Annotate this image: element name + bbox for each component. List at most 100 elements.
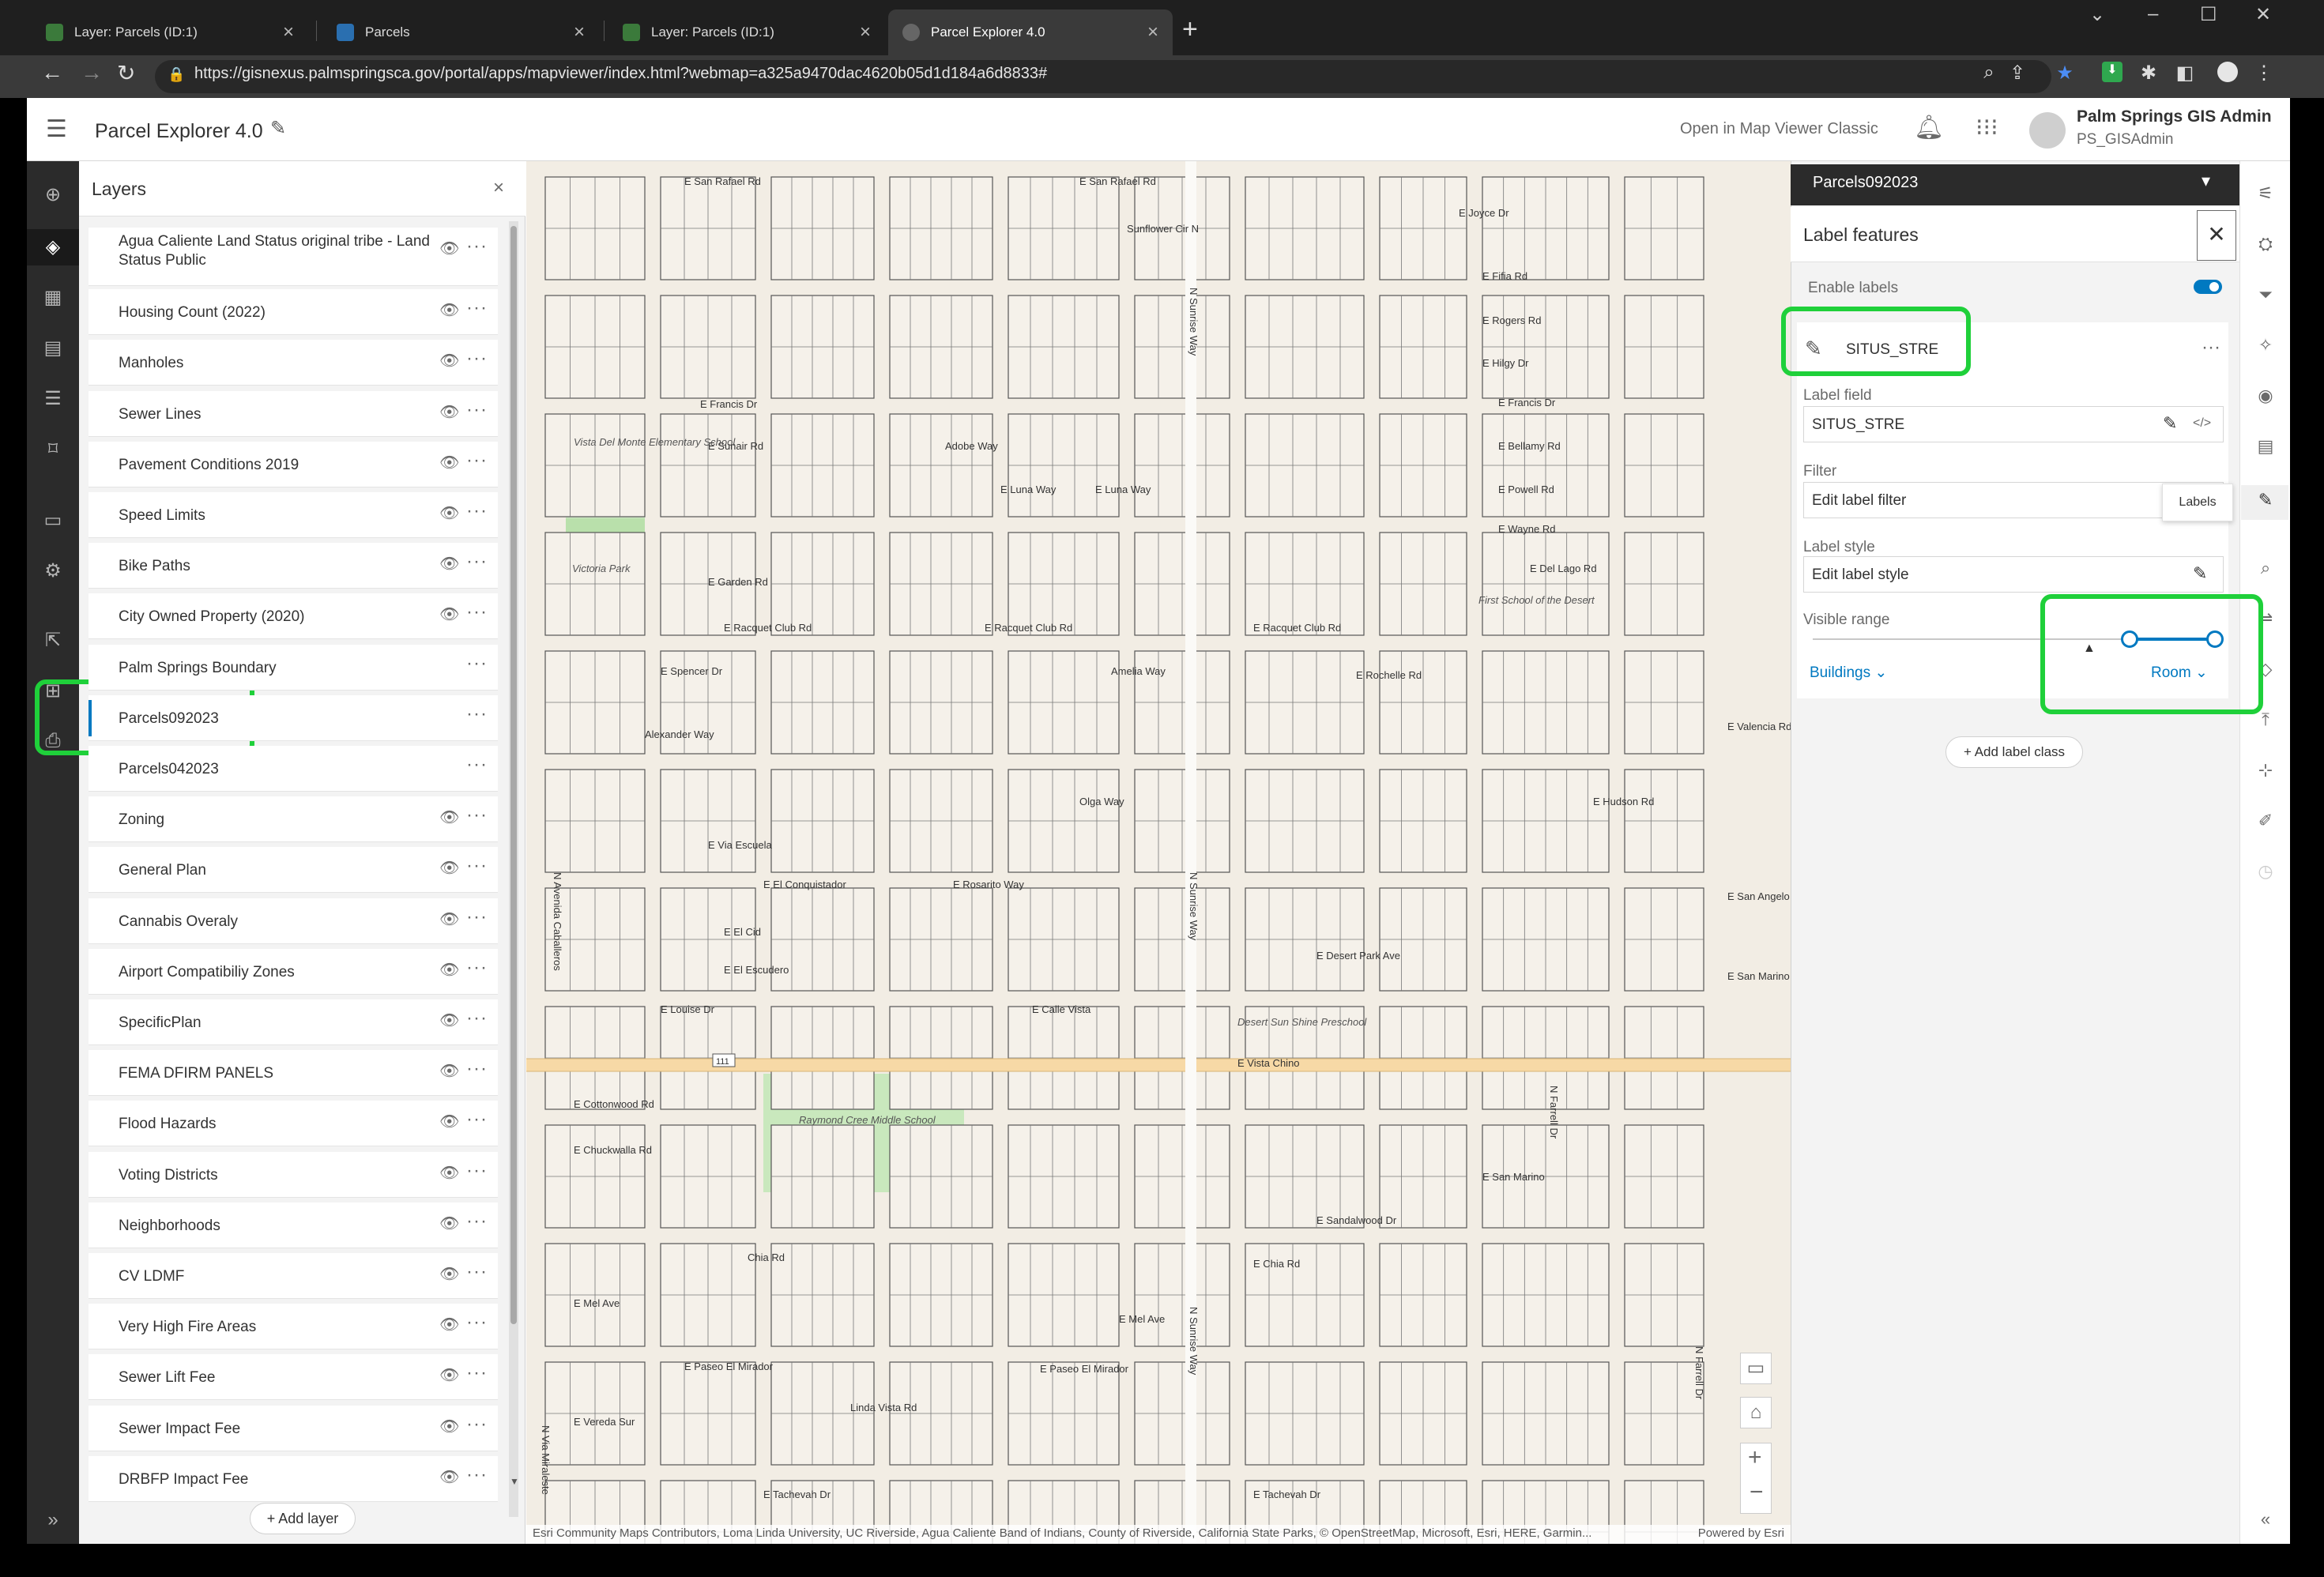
layer-options-icon[interactable]: ··· [466,906,488,928]
zoom-icon[interactable]: ⌕ [1979,62,1999,83]
table-icon[interactable]: ▦ [41,286,65,310]
add-layer-button[interactable]: + Add layer [250,1503,356,1534]
layer-item[interactable]: Pavement Conditions 2019 👁︎ ··· [89,442,498,487]
properties-icon[interactable]: ⚟ [2254,183,2277,207]
visibility-eye-icon[interactable]: 👁︎ [439,1011,459,1030]
url-text[interactable]: https://gisnexus.palmspringsca.gov/porta… [194,65,1047,83]
measure-icon[interactable]: ⊹ [2254,760,2277,784]
visibility-eye-icon[interactable]: 👁︎ [439,300,459,320]
effects-icon[interactable]: ✧ [2254,335,2277,359]
more-options-icon[interactable]: ··· [2202,337,2220,359]
open-classic-link[interactable]: Open in Map Viewer Classic [1680,120,1878,138]
map-canvas[interactable]: E San Rafael Rd E San Rafael Rd Sunflower … [526,161,1791,1544]
code-icon[interactable]: </> [2193,416,2211,431]
layer-item[interactable]: General Plan 👁︎ ··· [89,847,498,893]
close-icon[interactable]: × [493,177,504,199]
visibility-eye-icon[interactable]: 👁︎ [439,1315,459,1334]
layer-options-icon[interactable]: ··· [466,601,488,623]
sketch-icon[interactable]: ⤒ [2254,709,2277,733]
close-tab-icon[interactable]: × [574,21,585,43]
layer-item[interactable]: FEMA DFIRM PANELS 👁︎ ··· [89,1050,498,1096]
list-icon[interactable]: ☰ [41,387,65,411]
scrollbar-thumb[interactable] [510,226,517,1324]
visibility-eye-icon[interactable]: 👁︎ [439,503,459,523]
minimize-icon[interactable]: – [2148,3,2158,25]
time-icon[interactable]: ◷ [2254,861,2277,885]
visibility-eye-icon[interactable]: 👁︎ [439,351,459,371]
layer-item[interactable]: Agua Caliente Land Status original tribe… [89,228,498,286]
layer-options-icon[interactable]: ··· [466,399,488,421]
lock-icon[interactable]: 🔒 [168,66,185,83]
add-label-class-button[interactable]: + Add label class [1945,736,2083,768]
edit-pencil-icon[interactable]: ✎ [270,117,286,140]
share-icon[interactable]: ⇪ [2007,62,2028,84]
layer-item[interactable]: Airport Compatibiliy Zones 👁︎ ··· [89,949,498,995]
layer-options-icon[interactable]: ··· [466,1464,488,1486]
close-panel-button[interactable]: ✕ [2197,210,2236,261]
zoom-out-icon[interactable]: − [1750,1479,1764,1506]
layer-options-icon[interactable]: ··· [466,804,488,826]
visibility-eye-icon[interactable]: 👁︎ [439,1112,459,1131]
edit-icon[interactable]: ✐ [2254,811,2277,834]
visibility-eye-icon[interactable]: 👁︎ [439,554,459,574]
extension-icon[interactable]: ⬇ [2102,62,2122,82]
layer-options-icon[interactable]: ··· [466,297,488,319]
layer-options-icon[interactable]: ··· [466,348,488,370]
visibility-eye-icon[interactable]: 👁︎ [439,1163,459,1183]
hamburger-menu-icon[interactable]: ☰ [46,115,67,143]
labels-icon[interactable]: ✎ [2254,490,2277,514]
layer-item[interactable]: Cannabis Overaly 👁︎ ··· [89,898,498,944]
layer-options-icon[interactable]: ··· [466,1312,488,1334]
visibility-eye-icon[interactable]: 👁︎ [439,1417,459,1436]
layer-item[interactable]: Sewer Impact Fee 👁︎ ··· [89,1406,498,1451]
tab-search-icon[interactable]: ⌄ [2089,3,2105,26]
settings-gear-icon[interactable]: ⚙ [41,559,65,583]
layer-item[interactable]: Parcels042023 ··· [89,746,498,792]
layer-item[interactable]: Bike Paths 👁︎ ··· [89,543,498,589]
visibility-eye-icon[interactable]: 👁︎ [439,858,459,878]
layer-options-icon[interactable]: ··· [466,1362,488,1384]
forward-icon[interactable]: → [81,60,103,85]
styles-icon[interactable]: ⛭ [2254,234,2277,258]
close-tab-icon[interactable]: × [1147,21,1158,43]
visibility-eye-icon[interactable]: 👁︎ [439,1365,459,1385]
layer-options-icon[interactable]: ··· [466,1210,488,1233]
layer-item[interactable]: Sewer Lines 👁︎ ··· [89,391,498,437]
visibility-eye-icon[interactable]: 👁︎ [439,239,459,258]
visibility-eye-icon[interactable]: 👁︎ [439,1214,459,1233]
share-out-icon[interactable]: ⇱ [41,629,65,653]
filter-input[interactable]: Edit label filter [1803,482,2224,518]
layer-item[interactable]: Voting Districts 👁︎ ··· [89,1152,498,1198]
layer-item[interactable]: Palm Springs Boundary ··· [89,645,498,691]
add-icon[interactable]: ⊕ [41,183,65,207]
range-min-dropdown[interactable]: Buildings ⌄ [1810,664,1887,682]
close-tab-icon[interactable]: × [283,21,294,43]
visibility-eye-icon[interactable]: 👁︎ [439,960,459,980]
map-view[interactable]: E San Rafael Rd E San Rafael Rd Sunflower … [526,161,1791,1544]
layer-options-icon[interactable]: ··· [466,1160,488,1182]
layer-options-icon[interactable]: ··· [466,1108,488,1131]
layer-item[interactable]: Housing Count (2022) 👁︎ ··· [89,289,498,335]
layer-item[interactable]: Manholes 👁︎ ··· [89,340,498,386]
layer-item[interactable]: Speed Limits 👁︎ ··· [89,492,498,538]
browser-tab-2[interactable]: Parcels × [322,9,599,55]
layer-options-icon[interactable]: ··· [466,1007,488,1029]
browser-tab-1[interactable]: Layer: Parcels (ID:1) × [32,9,308,55]
browser-tab-3[interactable]: Layer: Parcels (ID:1) × [608,9,885,55]
folder-icon[interactable]: ▭ [41,509,65,533]
layer-options-icon[interactable]: ··· [466,551,488,573]
layer-item[interactable]: SpecificPlan 👁︎ ··· [89,999,498,1045]
maximize-icon[interactable]: ☐ [2200,3,2217,26]
visibility-eye-icon[interactable]: 👁︎ [439,402,459,422]
layer-options-icon[interactable]: ··· [466,450,488,472]
label-field-input[interactable]: SITUS_STRE ✎ </> [1803,406,2224,442]
powered-by[interactable]: Powered by Esri [1697,1526,1784,1540]
search-icon[interactable]: ⌕ [2254,558,2277,581]
chevron-down-icon[interactable]: ▾ [2202,171,2210,191]
user-name[interactable]: Palm Springs GIS Admin [2077,107,2272,126]
pencil-icon[interactable]: ✎ [2193,563,2207,584]
layer-options-icon[interactable]: ··· [466,855,488,877]
layer-item[interactable]: DRBFP Impact Fee 👁︎ ··· [89,1456,498,1502]
layer-item[interactable]: CV LDMF 👁︎ ··· [89,1253,498,1299]
visibility-eye-icon[interactable]: 👁︎ [439,453,459,472]
